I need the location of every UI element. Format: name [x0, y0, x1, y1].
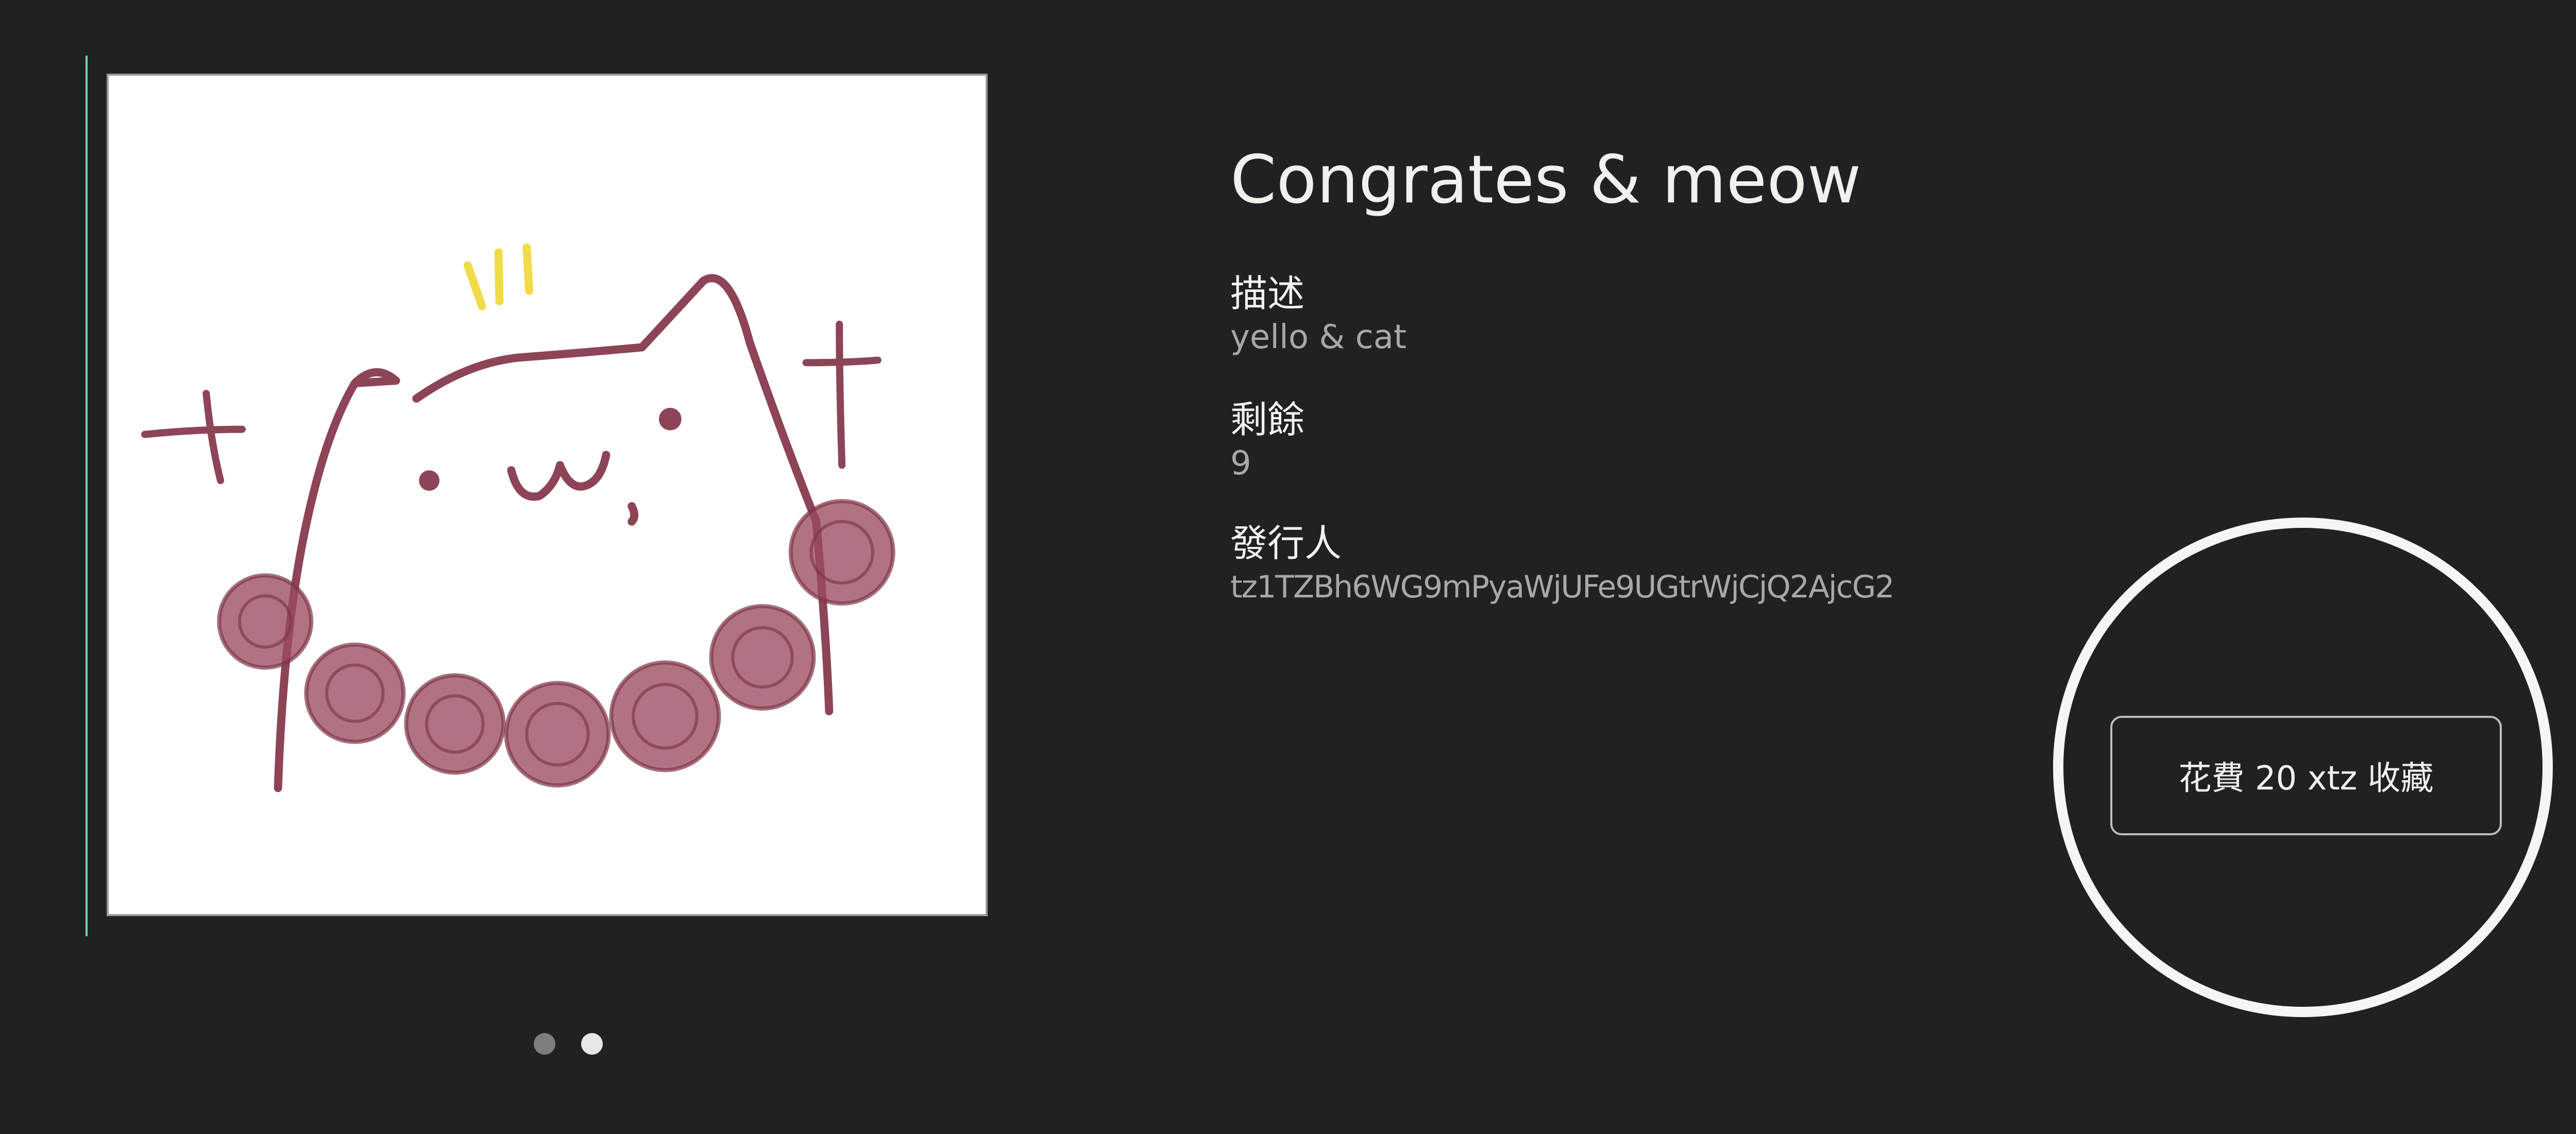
description-label: 描述	[1230, 272, 1305, 315]
carousel-dot[interactable]	[534, 1033, 555, 1055]
issuer-label: 發行人	[1230, 522, 1342, 565]
token-artwork	[107, 74, 988, 916]
cat-drawing-image	[141, 243, 895, 793]
description-field: 描述 yello & cat	[1230, 270, 2209, 358]
remaining-label: 剩餘	[1230, 398, 1305, 441]
issuer-field: 發行人 tz1TZBh6WG9mPyaWjUFe9UGtrWjCjQ2AjcG2	[1230, 520, 2209, 608]
token-title: Congrates & meow	[1230, 142, 1861, 218]
remaining-value: 9	[1230, 444, 1251, 483]
carousel-dot-active[interactable]	[581, 1033, 603, 1055]
token-info-panel: Congrates & meow 描述 yello & cat 剩餘 9 發行人…	[1230, 139, 2209, 605]
accent-line	[86, 56, 88, 936]
remaining-field: 剩餘 9	[1230, 397, 2209, 484]
description-value: yello & cat	[1230, 318, 1407, 356]
carousel-dots	[534, 1033, 603, 1056]
issuer-address: tz1TZBh6WG9mPyaWjUFe9UGtrWjCjQ2AjcG2	[1230, 569, 1894, 605]
collect-button[interactable]: 花費 20 xtz 收藏	[2110, 716, 2502, 835]
